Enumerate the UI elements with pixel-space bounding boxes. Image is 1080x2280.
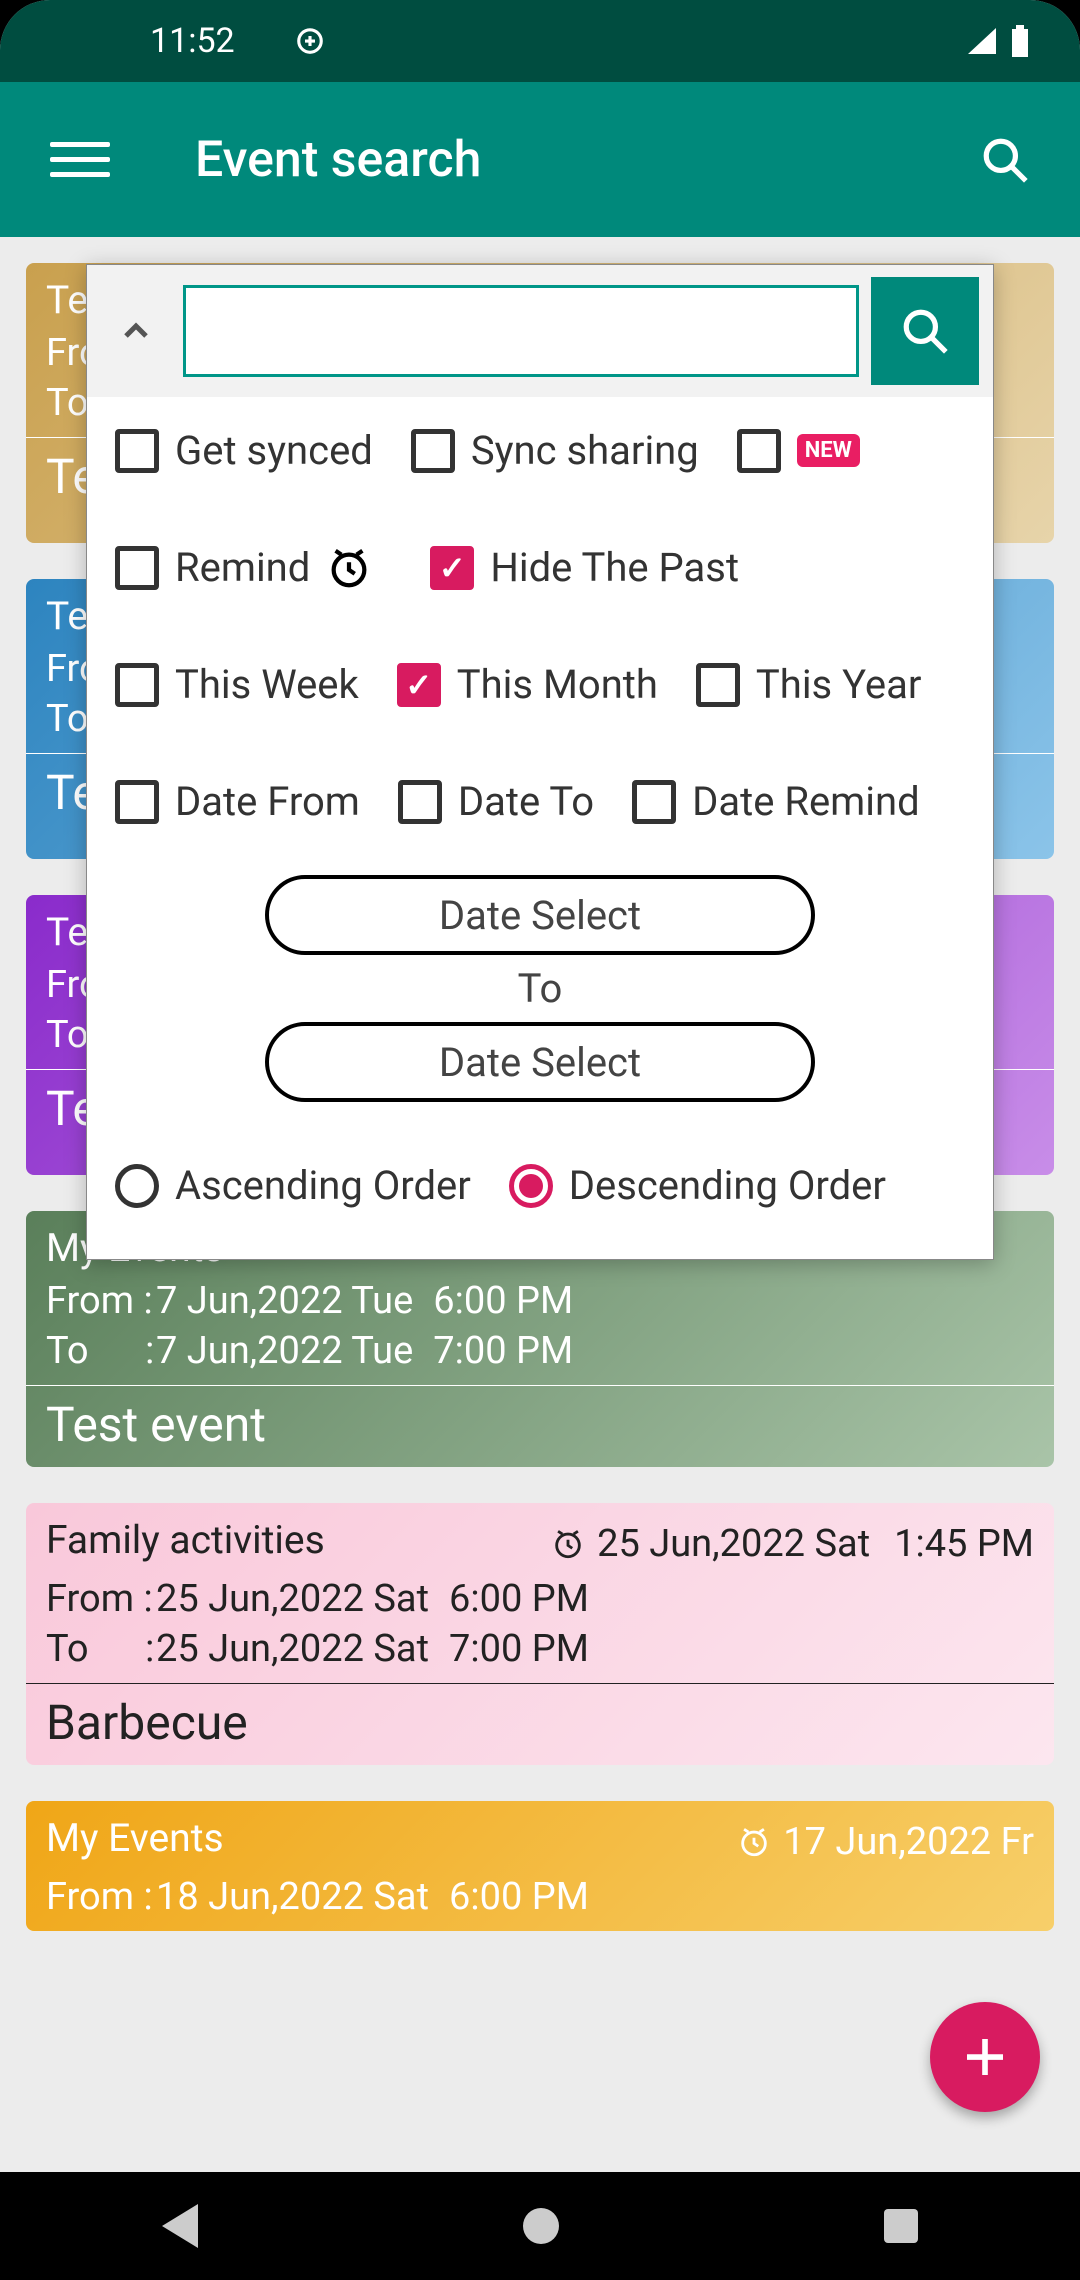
search-button[interactable] [871, 277, 979, 385]
new-badge: NEW [797, 434, 860, 467]
nav-back-icon[interactable] [162, 2204, 198, 2248]
checkbox-icon [737, 429, 781, 473]
app-bar: Event search [0, 82, 1080, 237]
filter-this-week[interactable]: This Week [115, 661, 359, 708]
filter-date-to[interactable]: Date To [398, 778, 594, 825]
checkbox-icon [397, 663, 441, 707]
radio-icon [115, 1164, 159, 1208]
filter-new[interactable]: NEW [737, 427, 860, 474]
event-reminder: 17 Jun,2022 Fr [737, 1815, 1034, 1869]
status-bar: 11:52 [0, 0, 1080, 82]
add-event-button[interactable] [930, 2002, 1040, 2112]
date-select-from-button[interactable]: Date Select [265, 875, 815, 955]
filter-remind[interactable]: Remind [115, 544, 372, 591]
checkbox-icon [696, 663, 740, 707]
collapse-icon[interactable] [101, 291, 171, 371]
search-icon[interactable] [980, 135, 1030, 185]
radio-icon [509, 1164, 553, 1208]
signal-icon [966, 26, 1000, 56]
filter-this-year[interactable]: This Year [696, 661, 921, 708]
checkbox-icon [632, 780, 676, 824]
checkbox-icon [398, 780, 442, 824]
filter-date-remind[interactable]: Date Remind [632, 778, 920, 825]
nav-home-icon[interactable] [523, 2208, 559, 2244]
date-to-label: To [115, 965, 965, 1012]
checkbox-icon [115, 780, 159, 824]
status-time: 11:52 [150, 21, 235, 61]
event-card[interactable]: My Events 17 Jun,2022 Fr From : 18 Jun,2… [26, 1801, 1054, 1931]
event-title: Barbecue [26, 1683, 1054, 1765]
sort-ascending[interactable]: Ascending Order [115, 1162, 471, 1209]
event-card[interactable]: Family activities 25 Jun,2022 Sat 1:45 P… [26, 1503, 1054, 1765]
app-status-icon [295, 26, 325, 56]
search-input[interactable] [183, 285, 859, 377]
event-title: Test event [26, 1385, 1054, 1467]
page-title: Event search [195, 131, 481, 189]
filter-hide-past[interactable]: Hide The Past [430, 544, 739, 591]
filter-sync-sharing[interactable]: Sync sharing [411, 427, 699, 474]
menu-icon[interactable] [50, 142, 110, 177]
sort-descending[interactable]: Descending Order [509, 1162, 886, 1209]
checkbox-icon [115, 546, 159, 590]
filter-panel: Get synced Sync sharing NEW Remind [86, 264, 994, 1260]
checkbox-icon [115, 429, 159, 473]
date-select-to-button[interactable]: Date Select [265, 1022, 815, 1102]
event-reminder: 25 Jun,2022 Sat 1:45 PM [551, 1517, 1034, 1571]
filter-date-from[interactable]: Date From [115, 778, 360, 825]
android-nav-bar [0, 2172, 1080, 2280]
event-category: My Events [46, 1815, 224, 1861]
checkbox-icon [430, 546, 474, 590]
filter-get-synced[interactable]: Get synced [115, 427, 373, 474]
alarm-icon [326, 545, 372, 591]
battery-icon [1010, 25, 1030, 57]
checkbox-icon [115, 663, 159, 707]
filter-this-month[interactable]: This Month [397, 661, 658, 708]
checkbox-icon [411, 429, 455, 473]
nav-recent-icon[interactable] [884, 2209, 918, 2243]
event-category: Family activities [46, 1517, 325, 1563]
